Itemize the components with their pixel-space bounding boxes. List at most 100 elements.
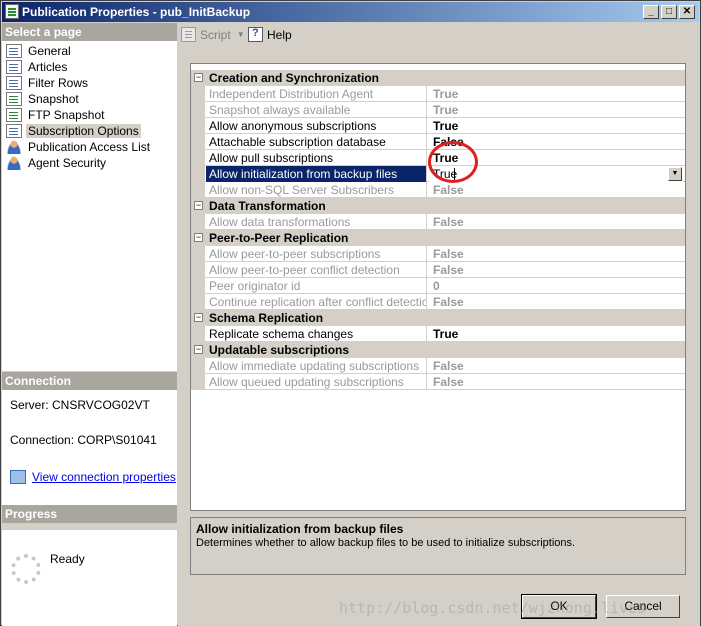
property-value[interactable]: True [429, 150, 683, 166]
property-name[interactable]: Allow peer-to-peer subscriptions [206, 246, 427, 262]
property-name[interactable]: Allow pull subscriptions [206, 150, 427, 166]
collapse-icon[interactable]: − [194, 345, 203, 354]
property-row[interactable]: Replicate schema changes True [191, 326, 685, 342]
page-item-label: Snapshot [28, 91, 79, 106]
text-caret [454, 168, 455, 180]
window-title: Publication Properties - pub_InitBackup [22, 5, 251, 19]
page-item-filter-rows[interactable]: Filter Rows [6, 75, 90, 90]
property-value: 0 [433, 279, 440, 293]
title-bar[interactable]: Publication Properties - pub_InitBackup … [2, 2, 699, 22]
property-value[interactable]: True [429, 118, 683, 134]
grid-category[interactable]: − Updatable subscriptions [191, 342, 685, 358]
page-icon [6, 123, 22, 138]
property-row[interactable]: Allow peer-to-peer conflict detection Fal… [191, 262, 685, 278]
property-name[interactable]: Allow anonymous subscriptions [206, 118, 427, 134]
progress-status: Ready [50, 552, 85, 566]
property-row[interactable]: Allow data transformations False [191, 214, 685, 230]
collapse-icon[interactable]: − [194, 201, 203, 210]
page-item-general[interactable]: General [6, 43, 73, 58]
user-icon [6, 139, 22, 154]
property-name[interactable]: Allow peer-to-peer conflict detection [206, 262, 427, 278]
collapse-icon[interactable]: − [194, 73, 203, 82]
window-app-icon [5, 4, 19, 19]
property-value: True [433, 87, 459, 101]
ok-button[interactable]: OK [521, 594, 597, 619]
page-item-agent-security[interactable]: Agent Security [6, 155, 108, 170]
grid-category[interactable]: − Peer-to-Peer Replication [191, 230, 685, 246]
page-item-label: Subscription Options [26, 123, 141, 138]
property-name[interactable]: Allow non-SQL Server Subscribers [206, 182, 427, 198]
page-item-label: FTP Snapshot [28, 107, 105, 122]
property-value[interactable]: True [429, 326, 683, 342]
grid-category[interactable]: − Schema Replication [191, 310, 685, 326]
page-icon [6, 91, 22, 106]
chevron-down-icon[interactable]: ▼ [237, 30, 245, 39]
property-row[interactable]: Snapshot always available True [191, 102, 685, 118]
property-row[interactable]: Independent Distribution Agent True [191, 86, 685, 102]
page-item-subscription-options[interactable]: Subscription Options [6, 123, 141, 138]
collapse-icon[interactable]: − [194, 233, 203, 242]
property-name[interactable]: Allow initialization from backup files [206, 166, 427, 182]
page-item-snapshot[interactable]: Snapshot [6, 91, 81, 106]
row-gutter [191, 134, 205, 150]
description-title: Allow initialization from backup files [196, 522, 404, 536]
row-gutter [191, 102, 205, 118]
row-gutter [191, 214, 205, 230]
property-value: False [433, 247, 464, 261]
page-item-ftp-snapshot[interactable]: FTP Snapshot [6, 107, 107, 122]
property-grid[interactable]: − Creation and Synchronization Independent… [190, 63, 686, 511]
property-row[interactable]: Allow initialization from backup files Tr… [191, 166, 685, 182]
property-row[interactable]: Allow anonymous subscriptions True [191, 118, 685, 134]
row-gutter [191, 278, 205, 294]
dropdown-arrow-icon[interactable]: ▼ [668, 167, 682, 181]
row-gutter [191, 326, 205, 342]
row-gutter [191, 166, 205, 182]
description-text: Determines whether to allow backup files… [196, 537, 576, 549]
help-button[interactable]: Help [248, 27, 292, 42]
property-row[interactable]: Attachable subscription database False [191, 134, 685, 150]
property-row[interactable]: Allow pull subscriptions True [191, 150, 685, 166]
close-button[interactable]: ✕ [679, 5, 695, 19]
page-item-articles[interactable]: Articles [6, 59, 69, 74]
page-item-label: Agent Security [28, 155, 107, 170]
property-name[interactable]: Allow immediate updating subscriptions [206, 358, 427, 374]
property-name[interactable]: Allow data transformations [206, 214, 427, 230]
view-connection-link[interactable]: View connection properties [32, 470, 176, 484]
property-row[interactable]: Allow peer-to-peer subscriptions False [191, 246, 685, 262]
category-label: Data Transformation [209, 199, 326, 213]
row-gutter [191, 150, 205, 166]
property-name[interactable]: Peer originator id [206, 278, 427, 294]
collapse-icon[interactable]: − [194, 313, 203, 322]
property-row[interactable]: Allow immediate updating subscriptions Fa… [191, 358, 685, 374]
left-panel: Select a page General Articles Filter Ro… [2, 23, 177, 626]
page-item-label: Publication Access List [28, 139, 151, 154]
minimize-button[interactable]: _ [643, 5, 659, 19]
property-row[interactable]: Peer originator id 0 [191, 278, 685, 294]
property-row[interactable]: Continue replication after conflict dete… [191, 294, 685, 310]
page-item-publication-access-list[interactable]: Publication Access List [6, 139, 152, 154]
view-connection-properties[interactable]: View connection properties [10, 470, 176, 484]
cancel-button[interactable]: Cancel [606, 595, 680, 618]
property-name[interactable]: Allow queued updating subscriptions [206, 374, 427, 390]
property-name[interactable]: Attachable subscription database [206, 134, 427, 150]
connection-label: Connection: CORP\S01041 [10, 433, 157, 447]
property-row[interactable]: Allow non-SQL Server Subscribers False [191, 182, 685, 198]
property-value[interactable]: False [429, 134, 683, 150]
property-name[interactable]: Continue replication after conflict dete… [206, 294, 427, 310]
script-button[interactable]: Script ▼ [181, 27, 245, 42]
grid-category[interactable]: − Creation and Synchronization [191, 70, 685, 86]
select-page-header: Select a page [2, 23, 177, 41]
property-name[interactable]: Snapshot always available [206, 102, 427, 118]
property-value-editor[interactable]: True [429, 166, 683, 182]
description-panel: Allow initialization from backup files D… [190, 517, 686, 575]
property-value: False [433, 295, 464, 309]
property-name[interactable]: Independent Distribution Agent [206, 86, 427, 102]
page-icon [6, 43, 22, 58]
property-row[interactable]: Allow queued updating subscriptions False [191, 374, 685, 390]
maximize-button[interactable]: □ [661, 5, 677, 19]
grid-category[interactable]: − Data Transformation [191, 198, 685, 214]
category-label: Peer-to-Peer Replication [209, 231, 349, 245]
property-name[interactable]: Replicate schema changes [206, 326, 427, 342]
row-gutter [191, 262, 205, 278]
property-value: False [433, 375, 464, 389]
